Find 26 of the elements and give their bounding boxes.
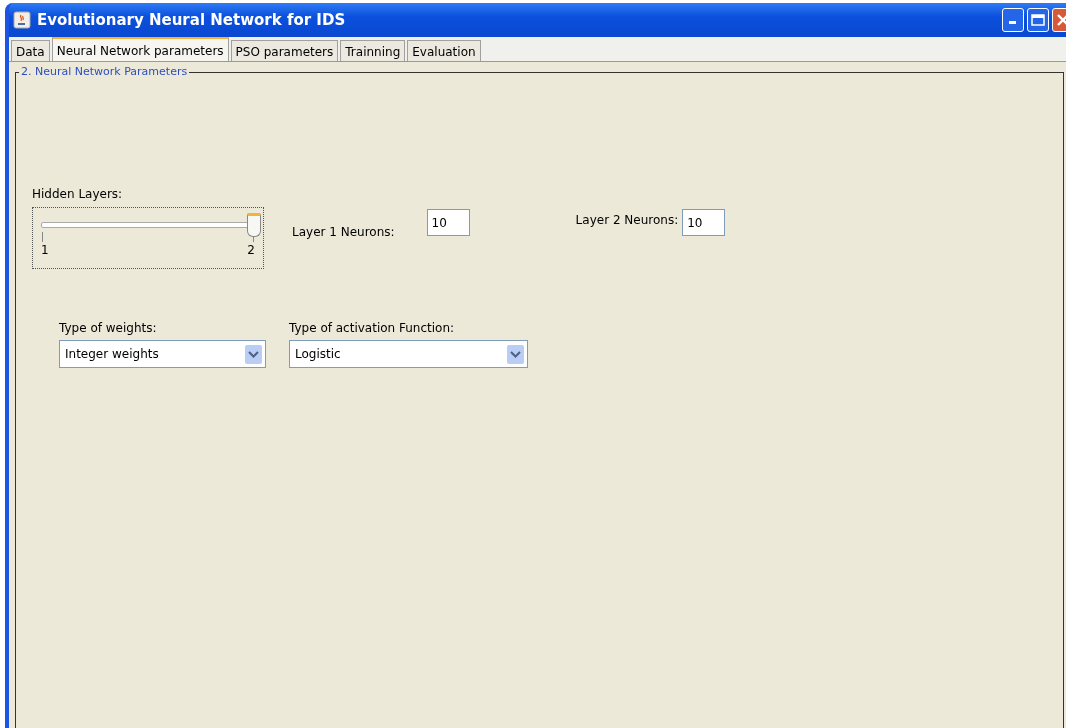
tab[interactable]: Trainning <box>340 40 406 61</box>
tab[interactable]: Evaluation <box>407 40 481 61</box>
layer-2-neurons-label: Layer 2 Neurons: <box>575 213 679 227</box>
close-icon <box>1056 13 1066 27</box>
slider-thumb[interactable] <box>247 213 261 237</box>
maximize-button[interactable] <box>1027 8 1049 32</box>
activation-function-label: Type of activation Function: <box>289 321 456 335</box>
tab[interactable]: Data <box>11 40 50 61</box>
hidden-layers-slider[interactable]: 1 2 <box>32 207 264 269</box>
layer-1-neurons-field[interactable]: 10 <box>426 209 470 236</box>
maximize-icon <box>1031 14 1045 26</box>
tab[interactable]: Neural Network parameters <box>51 37 229 61</box>
tick-label: 1 <box>41 243 49 257</box>
layer-1-neurons-label: Layer 1 Neurons: <box>292 225 395 239</box>
window-title: Evolutionary Neural Network for IDS <box>37 11 347 29</box>
tick-label: 2 <box>247 243 255 257</box>
minimize-button[interactable] <box>1002 8 1024 32</box>
tab[interactable]: PSO parameters <box>230 40 339 61</box>
activation-function-dropdown[interactable]: Logistic <box>289 340 528 368</box>
weights-type-label: Type of weights: <box>59 321 158 335</box>
weights-type-dropdown[interactable]: Integer weights <box>59 340 266 368</box>
chevron-down-icon <box>507 344 524 364</box>
hidden-layers-label: Hidden Layers: <box>32 187 124 201</box>
group-title: 2. Neural Network Parameters <box>19 65 190 78</box>
chevron-down-icon <box>245 344 262 364</box>
layer-2-neurons-field[interactable]: 10 <box>682 209 726 236</box>
